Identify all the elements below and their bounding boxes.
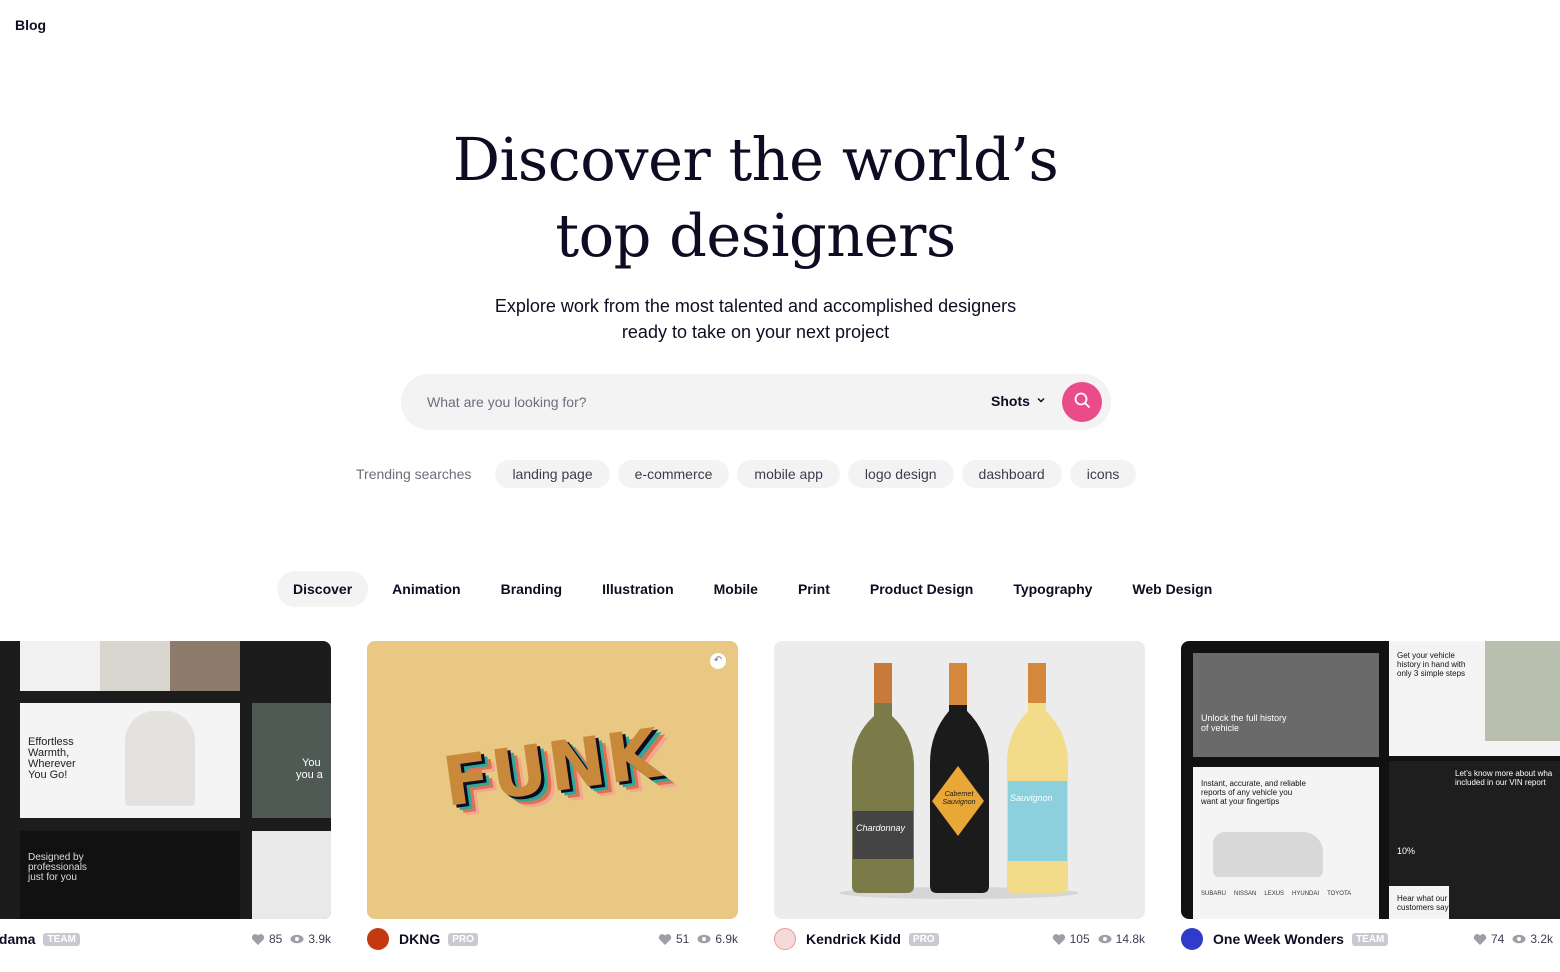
hero-subtitle-line1: Explore work from the most talented and … xyxy=(494,296,1017,316)
team-badge: TEAM xyxy=(43,932,80,946)
trending-searches: Trending searches landing page e-commerc… xyxy=(356,460,1144,488)
shot-author[interactable]: One Week Wonders xyxy=(1213,931,1344,947)
tab-print[interactable]: Print xyxy=(782,571,846,607)
category-tabs: Discover Animation Branding Illustration… xyxy=(277,571,1236,607)
shot-text: Chardonnay xyxy=(856,823,906,833)
shot-meta: Odama TEAM 85 3.9k xyxy=(0,928,331,950)
view-count: 3.9k xyxy=(308,932,331,946)
search-bar: Shots xyxy=(401,374,1111,430)
shot-text: Hear what our customers say xyxy=(1397,894,1449,912)
nav-blog-link[interactable]: Blog xyxy=(15,17,46,33)
shot-text: Get your vehicle history in hand with on… xyxy=(1397,651,1466,678)
shot-meta: DKNG PRO 51 6.9k xyxy=(367,928,738,950)
tab-product-design[interactable]: Product Design xyxy=(854,571,989,607)
heart-icon[interactable] xyxy=(658,933,672,946)
brand-logo: HYUNDAI xyxy=(1292,891,1320,897)
eye-icon xyxy=(1098,934,1112,944)
hero-title-line2: top designers xyxy=(555,201,956,270)
hero-title: Discover the world’s top designers xyxy=(0,122,1511,274)
shot-stats: 85 3.9k xyxy=(251,932,331,946)
trending-chip[interactable]: dashboard xyxy=(961,460,1062,488)
shot-meta: One Week Wonders TEAM 74 3.2k xyxy=(1181,928,1553,950)
shot-author[interactable]: Odama xyxy=(0,931,35,947)
like-count: 105 xyxy=(1069,932,1090,946)
heart-icon[interactable] xyxy=(1473,933,1487,946)
trending-chip[interactable]: mobile app xyxy=(737,460,840,488)
trending-chip[interactable]: landing page xyxy=(495,460,610,488)
shot-thumbnail[interactable]: Chardonnay Cabernet Sauvignon Sauvignon xyxy=(774,641,1145,919)
pro-badge: PRO xyxy=(908,932,939,946)
view-count: 14.8k xyxy=(1115,932,1145,946)
avatar[interactable] xyxy=(367,928,389,950)
brand-logos: SUBARU NISSAN LEXUS HYUNDAI TOYOTA xyxy=(1201,891,1351,897)
view-count: 6.9k xyxy=(715,932,738,946)
shot-thumbnail[interactable]: Effortless Warmth, Wherever You Go! Desi… xyxy=(0,641,331,919)
eye-icon xyxy=(1512,934,1526,944)
shot-text: 10% xyxy=(1397,846,1416,856)
hero-title-line1: Discover the world’s xyxy=(452,125,1059,194)
shot-stats: 105 14.8k xyxy=(1052,932,1145,946)
shot-thumbnail[interactable]: ↶ FUNK xyxy=(367,641,738,919)
shot-stats: 51 6.9k xyxy=(658,932,738,946)
brand-logo: NISSAN xyxy=(1234,891,1257,897)
view-count: 3.2k xyxy=(1530,932,1553,946)
eye-icon xyxy=(290,934,304,944)
shot-text: Effortless Warmth, Wherever You Go! xyxy=(28,736,76,781)
tab-web-design[interactable]: Web Design xyxy=(1116,571,1228,607)
like-count: 51 xyxy=(675,932,690,946)
shot-text: Sauvignon xyxy=(1010,793,1053,803)
tab-mobile[interactable]: Mobile xyxy=(698,571,774,607)
shot-text: Instant, accurate, and reliable reports … xyxy=(1201,779,1306,806)
search-icon xyxy=(1073,391,1091,414)
search-button[interactable] xyxy=(1062,382,1102,422)
trending-label: Trending searches xyxy=(356,466,472,482)
shot-author[interactable]: Kendrick Kidd xyxy=(806,931,901,947)
shot-text: You xyxy=(302,757,321,769)
shot-text: Let’s know more about wha included in ou… xyxy=(1455,769,1553,787)
shot-text: Unlock the full history of vehicle xyxy=(1201,713,1287,733)
heart-icon[interactable] xyxy=(251,933,265,946)
brand-logo: LEXUS xyxy=(1264,891,1285,897)
search-input[interactable] xyxy=(427,374,967,430)
tab-animation[interactable]: Animation xyxy=(376,571,476,607)
brand-logo: TOYOTA xyxy=(1327,891,1352,897)
shot-stats: 74 3.2k xyxy=(1473,932,1553,946)
rebound-icon: ↶ xyxy=(710,653,726,669)
shot-text: you a xyxy=(296,769,323,781)
trending-chip[interactable]: logo design xyxy=(847,460,954,488)
shot-text: Cabernet Sauvignon xyxy=(942,791,976,806)
tab-typography[interactable]: Typography xyxy=(997,571,1108,607)
eye-icon xyxy=(697,934,711,944)
brand-logo: SUBARU xyxy=(1201,891,1227,897)
tab-discover[interactable]: Discover xyxy=(277,571,369,607)
like-count: 85 xyxy=(268,932,283,946)
search-type-select[interactable]: Shots xyxy=(991,393,1046,409)
like-count: 74 xyxy=(1490,932,1505,946)
shot-meta: Kendrick Kidd PRO 105 14.8k xyxy=(774,928,1145,950)
shot-author[interactable]: DKNG xyxy=(399,931,440,947)
trending-chip[interactable]: e-commerce xyxy=(617,460,730,488)
team-badge: TEAM xyxy=(1351,932,1389,946)
hero-subtitle-line2: ready to take on your next project xyxy=(621,322,890,342)
tab-branding[interactable]: Branding xyxy=(485,571,578,607)
chevron-down-icon xyxy=(1036,395,1046,408)
avatar[interactable] xyxy=(1181,928,1203,950)
search-type-label: Shots xyxy=(991,393,1030,409)
trending-chip[interactable]: icons xyxy=(1069,460,1137,488)
heart-icon[interactable] xyxy=(1052,933,1066,946)
shot-thumbnail[interactable]: Unlock the full history of vehicle Insta… xyxy=(1181,641,1560,919)
avatar[interactable] xyxy=(774,928,796,950)
shot-text: Designed by professionals just for you xyxy=(28,852,87,883)
tab-illustration[interactable]: Illustration xyxy=(586,571,690,607)
shot-text: FUNK xyxy=(438,714,667,823)
hero-subtitle: Explore work from the most talented and … xyxy=(0,293,1511,345)
pro-badge: PRO xyxy=(448,932,478,946)
